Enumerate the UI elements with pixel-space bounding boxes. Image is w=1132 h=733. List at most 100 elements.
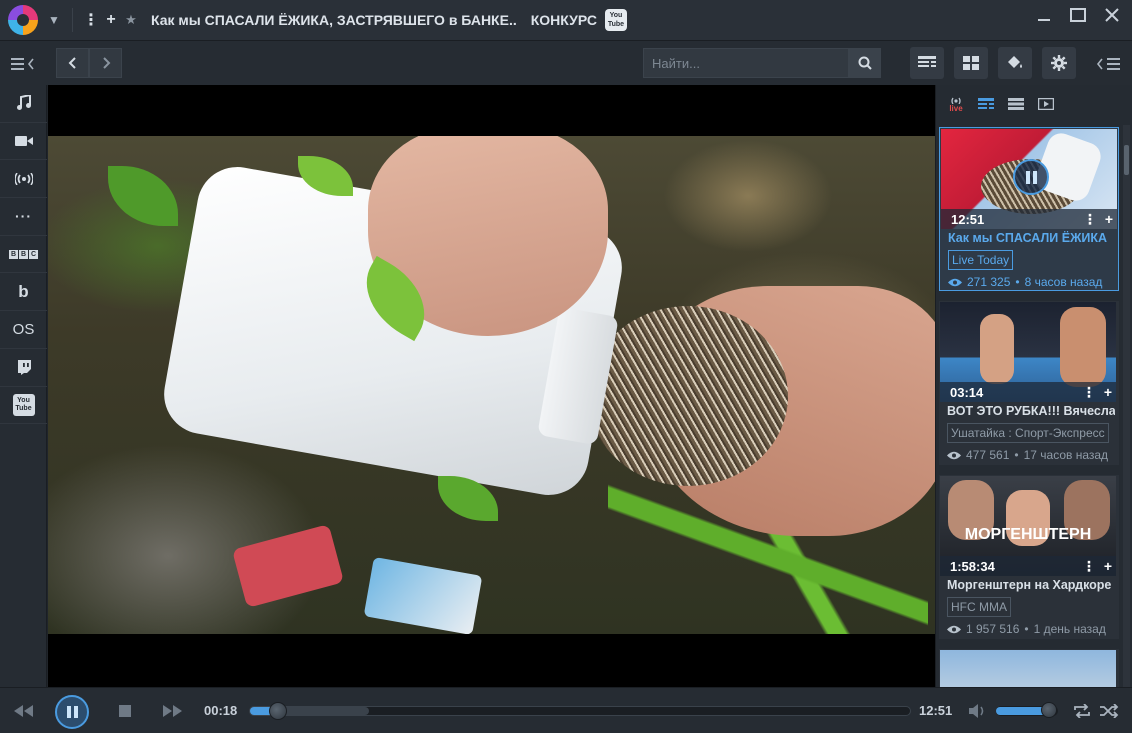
tab-list[interactable]: [1006, 96, 1026, 112]
meta-dot: •: [1014, 448, 1019, 462]
list-view-icon: [918, 56, 936, 67]
search-icon: [858, 56, 872, 70]
sidebar-item-video[interactable]: [0, 123, 47, 161]
playlist-view-button[interactable]: [910, 47, 944, 79]
add-icon[interactable]: +: [1105, 211, 1113, 228]
scrollbar-thumb[interactable]: [1124, 145, 1129, 175]
search-input[interactable]: [643, 48, 849, 78]
previous-button[interactable]: [8, 688, 38, 733]
video-viewport[interactable]: [48, 85, 935, 687]
bbc-icon: B B C: [9, 249, 38, 259]
list-icon: [1008, 98, 1024, 110]
channel-name[interactable]: HFC MMA: [947, 597, 1011, 617]
left-panel-toggle[interactable]: [0, 41, 47, 86]
seek-bar[interactable]: [249, 702, 911, 720]
playlist-item[interactable]: 12:51 ⋮ + Как мы СПАСАЛИ ЁЖИКА Live Toda…: [939, 127, 1119, 291]
pause-button[interactable]: [55, 695, 89, 729]
youtube-icon: You Tube: [12, 393, 35, 416]
vertical-dots-icon[interactable]: ⋮: [81, 10, 101, 30]
playlist-panel: live 12:51 ⋮ + Как мы СПАСАЛИ ЁЖИКА Live…: [935, 85, 1132, 687]
divider: [72, 8, 73, 32]
duration: 03:14: [950, 384, 984, 400]
playlist-item[interactable]: МОРГЕНШТЕРН 1:58:34 ⋮ + Моргенштерн на Х…: [939, 475, 1119, 639]
sidebar-item-youtube[interactable]: You Tube: [0, 387, 47, 425]
os-icon: OS: [12, 320, 35, 338]
video-meta: 477 561 • 17 часов назад: [947, 448, 1108, 462]
next-button[interactable]: [158, 688, 188, 733]
trash-blue: [363, 556, 483, 634]
shuffle-button[interactable]: [1098, 688, 1122, 733]
pause-overlay-icon[interactable]: [1013, 159, 1049, 195]
volume-handle[interactable]: [1040, 702, 1057, 718]
sidebar-item-twitch[interactable]: [0, 349, 47, 387]
playlist-item[interactable]: 03:14 ⋮ + ВОТ ЭТО РУБКА!!! Вячеслав Ушат…: [939, 301, 1119, 465]
navigation-buttons: [56, 48, 122, 78]
eye-icon: [947, 625, 961, 633]
upload-age: 17 часов назад: [1023, 448, 1109, 462]
vertical-dots-icon[interactable]: ⋮: [1083, 211, 1097, 228]
grid-view-button[interactable]: [954, 47, 988, 79]
tab-detailed-list[interactable]: [976, 96, 996, 112]
app-logo-icon[interactable]: [8, 5, 38, 35]
card-actions: ⋮ +: [1082, 384, 1112, 401]
video-title: Как мы СПАСАЛИ ЁЖИКА, ЗАСТРЯВШЕГО в БАНК…: [151, 12, 517, 28]
video-title[interactable]: ВОТ ЭТО РУБКА!!! Вячеслав: [947, 404, 1115, 418]
playlist-scrollbar[interactable]: [1123, 125, 1130, 687]
meta-dot: •: [1024, 622, 1029, 636]
thumbnail-view-icon: [1038, 98, 1054, 110]
upload-age: 8 часов назад: [1024, 275, 1103, 289]
volume-slider[interactable]: [996, 702, 1058, 718]
tab-thumbnails[interactable]: [1036, 96, 1056, 112]
forward-button[interactable]: [89, 48, 122, 78]
total-time: 12:51: [919, 703, 953, 718]
playlist-item[interactable]: [939, 649, 1119, 687]
thumb-text: МОРГЕНШТЕРН: [964, 526, 1092, 543]
view-count: 271 325: [967, 275, 1011, 289]
add-icon[interactable]: +: [1104, 384, 1112, 401]
gear-icon: [1051, 55, 1067, 71]
search-button[interactable]: [849, 48, 881, 78]
search-box: [643, 48, 881, 78]
sidebar-item-os[interactable]: OS: [0, 311, 47, 349]
current-time: 00:18: [204, 703, 238, 718]
skin-button[interactable]: [998, 47, 1032, 79]
add-icon[interactable]: +: [1104, 558, 1112, 575]
settings-button[interactable]: [1042, 47, 1076, 79]
sidebar-item-bbc[interactable]: B B C: [0, 236, 47, 274]
chevron-down-icon[interactable]: ▼: [44, 13, 64, 27]
mute-button[interactable]: [966, 688, 990, 733]
more-icon: ···: [15, 208, 32, 225]
back-button[interactable]: [56, 48, 89, 78]
card-actions: ⋮ +: [1083, 211, 1113, 228]
maximize-icon[interactable]: [1068, 8, 1088, 28]
channel-name[interactable]: Live Today: [948, 250, 1014, 270]
star-icon[interactable]: ★: [121, 12, 141, 28]
sidebar-item-music[interactable]: [0, 85, 47, 123]
sidebar-item-b-service[interactable]: b: [0, 273, 47, 312]
sidebar-item-more[interactable]: ···: [0, 198, 47, 236]
right-panel-toggle[interactable]: [1085, 41, 1132, 86]
trash-red: [231, 524, 345, 608]
channel-name[interactable]: Ушатайка : Спорт-Экспресс: [947, 423, 1109, 443]
speaker-icon: [969, 704, 984, 718]
video-title[interactable]: Моргенштерн на Хардкоре: [947, 578, 1115, 592]
grid-icon: [963, 56, 979, 70]
live-icon: live: [948, 96, 964, 113]
video-frame: [48, 136, 935, 634]
stop-button[interactable]: [110, 688, 140, 733]
video-title[interactable]: Как мы СПАСАЛИ ЁЖИКА: [948, 231, 1116, 245]
card-actions: ⋮ +: [1082, 558, 1112, 575]
vertical-dots-icon[interactable]: ⋮: [1082, 384, 1096, 401]
add-icon[interactable]: +: [101, 11, 121, 29]
seek-handle[interactable]: [269, 702, 288, 720]
vertical-dots-icon[interactable]: ⋮: [1082, 558, 1096, 575]
fast-forward-icon: [163, 705, 182, 717]
video-meta: 271 325 • 8 часов назад: [948, 275, 1102, 289]
close-icon[interactable]: [1102, 8, 1122, 28]
broadcast-icon: [14, 172, 33, 185]
minimize-icon[interactable]: [1034, 8, 1054, 28]
sidebar-item-broadcast[interactable]: [0, 160, 47, 199]
repeat-button[interactable]: [1070, 688, 1094, 733]
tab-live[interactable]: live: [946, 96, 966, 113]
thumb-fighter: [980, 314, 1014, 384]
